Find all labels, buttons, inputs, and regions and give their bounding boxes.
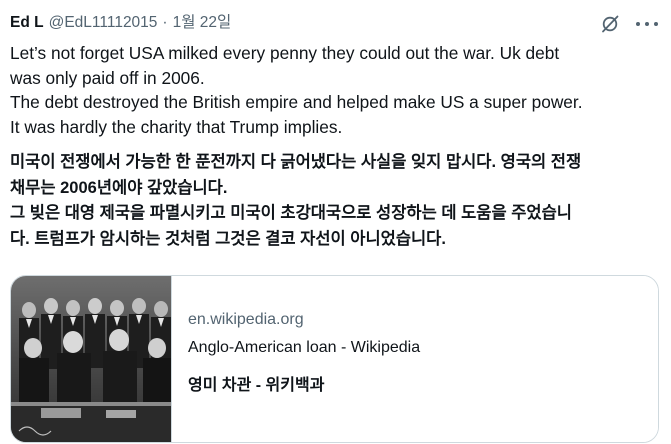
translation-line: 채무는 2006년에야 갚았습니다. <box>10 178 228 197</box>
author-handle[interactable]: @EdL11112015 <box>49 13 158 33</box>
card-translated-title: 영미 차관 - 위키백과 <box>188 377 325 394</box>
translation-line: 다. 트럼프가 암시하는 것처럼 그것은 결코 자선이 아니었습니다. <box>10 229 446 248</box>
translation-line: 미국이 전쟁에서 가능한 한 푼전까지 다 긁어냈다는 사실을 잊지 맙시다. … <box>10 153 582 171</box>
more-icon[interactable] <box>636 14 658 34</box>
tweet-text-line: Let’s not forget USA milked every penny … <box>10 43 560 63</box>
tweet[interactable]: Ed L @EdL11112015 · 1월 22일 Let’s not for… <box>0 0 671 444</box>
more-dot <box>654 22 658 26</box>
separator-dot: · <box>162 14 168 31</box>
historical-photo <box>11 276 171 442</box>
card-domain: en.wikipedia.org <box>188 311 304 328</box>
more-dot <box>645 22 649 26</box>
more-dot <box>636 22 640 26</box>
tweet-translation: 미국이 전쟁에서 가능한 한 푼전까지 다 긁어냈다는 사실을 잊지 맙시다. … <box>10 150 665 252</box>
tweet-header: Ed L @EdL11112015 · 1월 22일 <box>10 12 231 34</box>
link-card[interactable]: en.wikipedia.org Anglo-American loan - W… <box>10 275 659 443</box>
tweet-date[interactable]: 1월 22일 <box>173 13 232 33</box>
tweet-text-line: was only paid off in 2006. <box>10 67 205 88</box>
translation-line: 그 빚은 대영 제국을 파멸시키고 미국이 초강대국으로 성장하는 데 도움을 … <box>10 204 572 222</box>
card-info[interactable]: en.wikipedia.org Anglo-American loan - W… <box>172 276 658 442</box>
tweet-text-line: It was hardly the charity that Trump imp… <box>10 116 343 137</box>
author-name[interactable]: Ed L <box>10 13 44 33</box>
grok-icon[interactable] <box>600 14 620 34</box>
card-title: Anglo-American loan - Wikipedia <box>188 339 421 356</box>
tweet-text-line: The debt destroyed the British empire an… <box>10 92 583 113</box>
tweet-text: Let’s not forget USA milked every penny … <box>10 41 660 139</box>
card-thumbnail-image[interactable] <box>11 276 172 442</box>
